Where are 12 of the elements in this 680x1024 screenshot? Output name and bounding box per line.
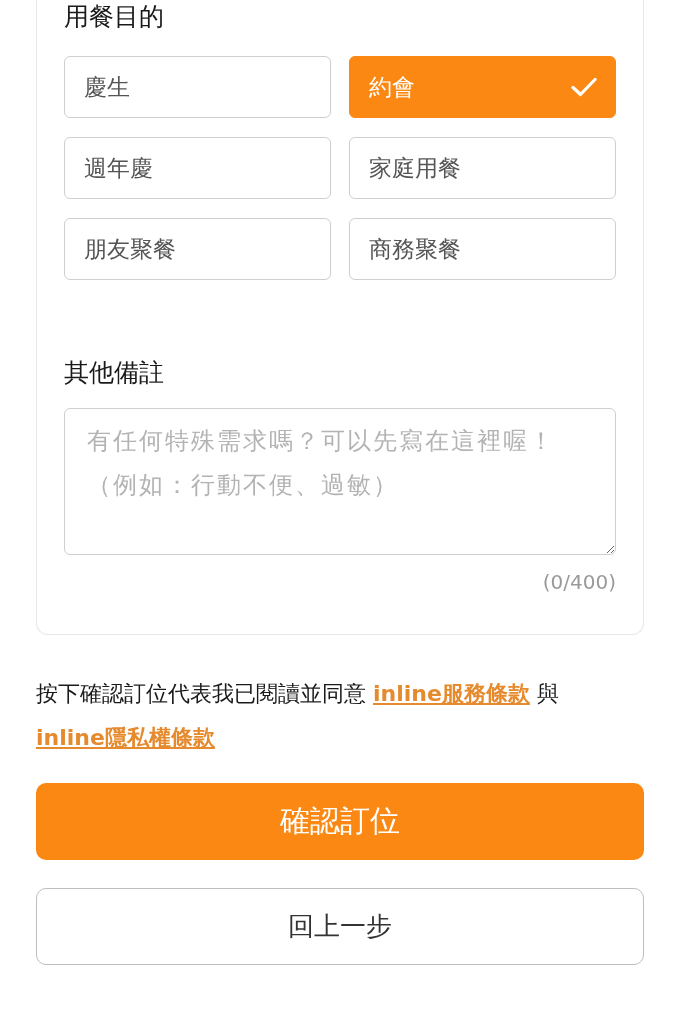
option-button[interactable]: 朋友聚餐 — [64, 218, 331, 280]
section-label: 用餐目的 — [64, 1, 164, 33]
agreement-text: 按下確認訂位代表我已閱讀並同意 inline服務條款 與 inline隱私權條款 — [36, 680, 560, 752]
option-button[interactable]: 慶生 — [64, 56, 331, 118]
section-label: 其他備註 — [64, 357, 164, 389]
option-button[interactable]: 週年慶 — [64, 137, 331, 199]
back-button[interactable]: 回上一步 — [36, 888, 644, 965]
check-icon — [571, 77, 597, 97]
notes-field[interactable]: 有任何特殊需求嗎？可以先寫在這裡喔！（例如：行動不便、過敏） — [64, 408, 616, 555]
character-counter: (0/400) — [542, 569, 616, 596]
option-button[interactable]: 家庭用餐 — [349, 137, 616, 199]
option-button[interactable]: 商務聚餐 — [349, 218, 616, 280]
